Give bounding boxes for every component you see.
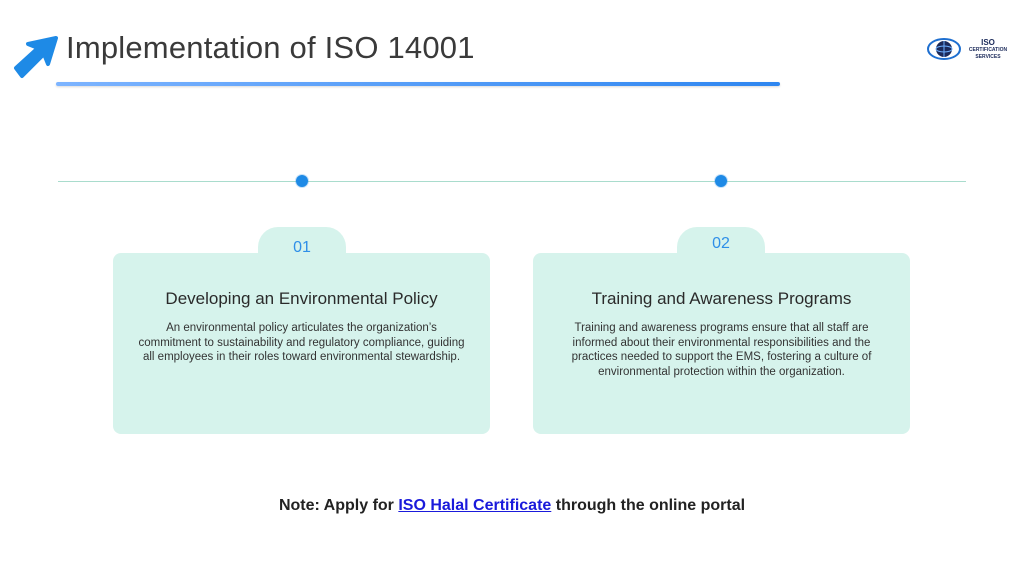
note-suffix: through the online portal bbox=[555, 497, 746, 514]
title-underline bbox=[56, 82, 780, 86]
step-card-2: Training and Awareness Programs Training… bbox=[533, 253, 910, 434]
page-title: Implementation of ISO 14001 bbox=[66, 30, 475, 65]
logo-line1: ISO bbox=[981, 38, 995, 47]
step-number-2: 02 bbox=[712, 235, 730, 252]
note-prefix: Note: Apply for bbox=[278, 497, 394, 514]
iso-halal-certificate-link[interactable]: ISO Halal Certificate bbox=[398, 497, 551, 514]
note: Note: Apply for ISO Halal Certificate th… bbox=[0, 497, 1024, 515]
logo-text: ISO CERTIFICATION SERVICES bbox=[958, 38, 1018, 61]
logo-line3: SERVICES bbox=[975, 54, 1001, 60]
step-card-1: Developing an Environmental Policy An en… bbox=[113, 253, 490, 434]
timeline-line bbox=[58, 181, 966, 182]
timeline-dot-2 bbox=[715, 175, 727, 187]
step-title-2: Training and Awareness Programs bbox=[591, 289, 852, 308]
logo-line2: CERTIFICATION bbox=[968, 47, 1008, 53]
step-text-2: Training and awareness programs ensure t… bbox=[571, 322, 872, 378]
step-title-1: Developing an Environmental Policy bbox=[165, 289, 438, 308]
arrow-up-right-icon bbox=[14, 36, 58, 78]
step-text-1: An environmental policy articulates the … bbox=[138, 322, 465, 363]
timeline-dot-1 bbox=[296, 175, 308, 187]
